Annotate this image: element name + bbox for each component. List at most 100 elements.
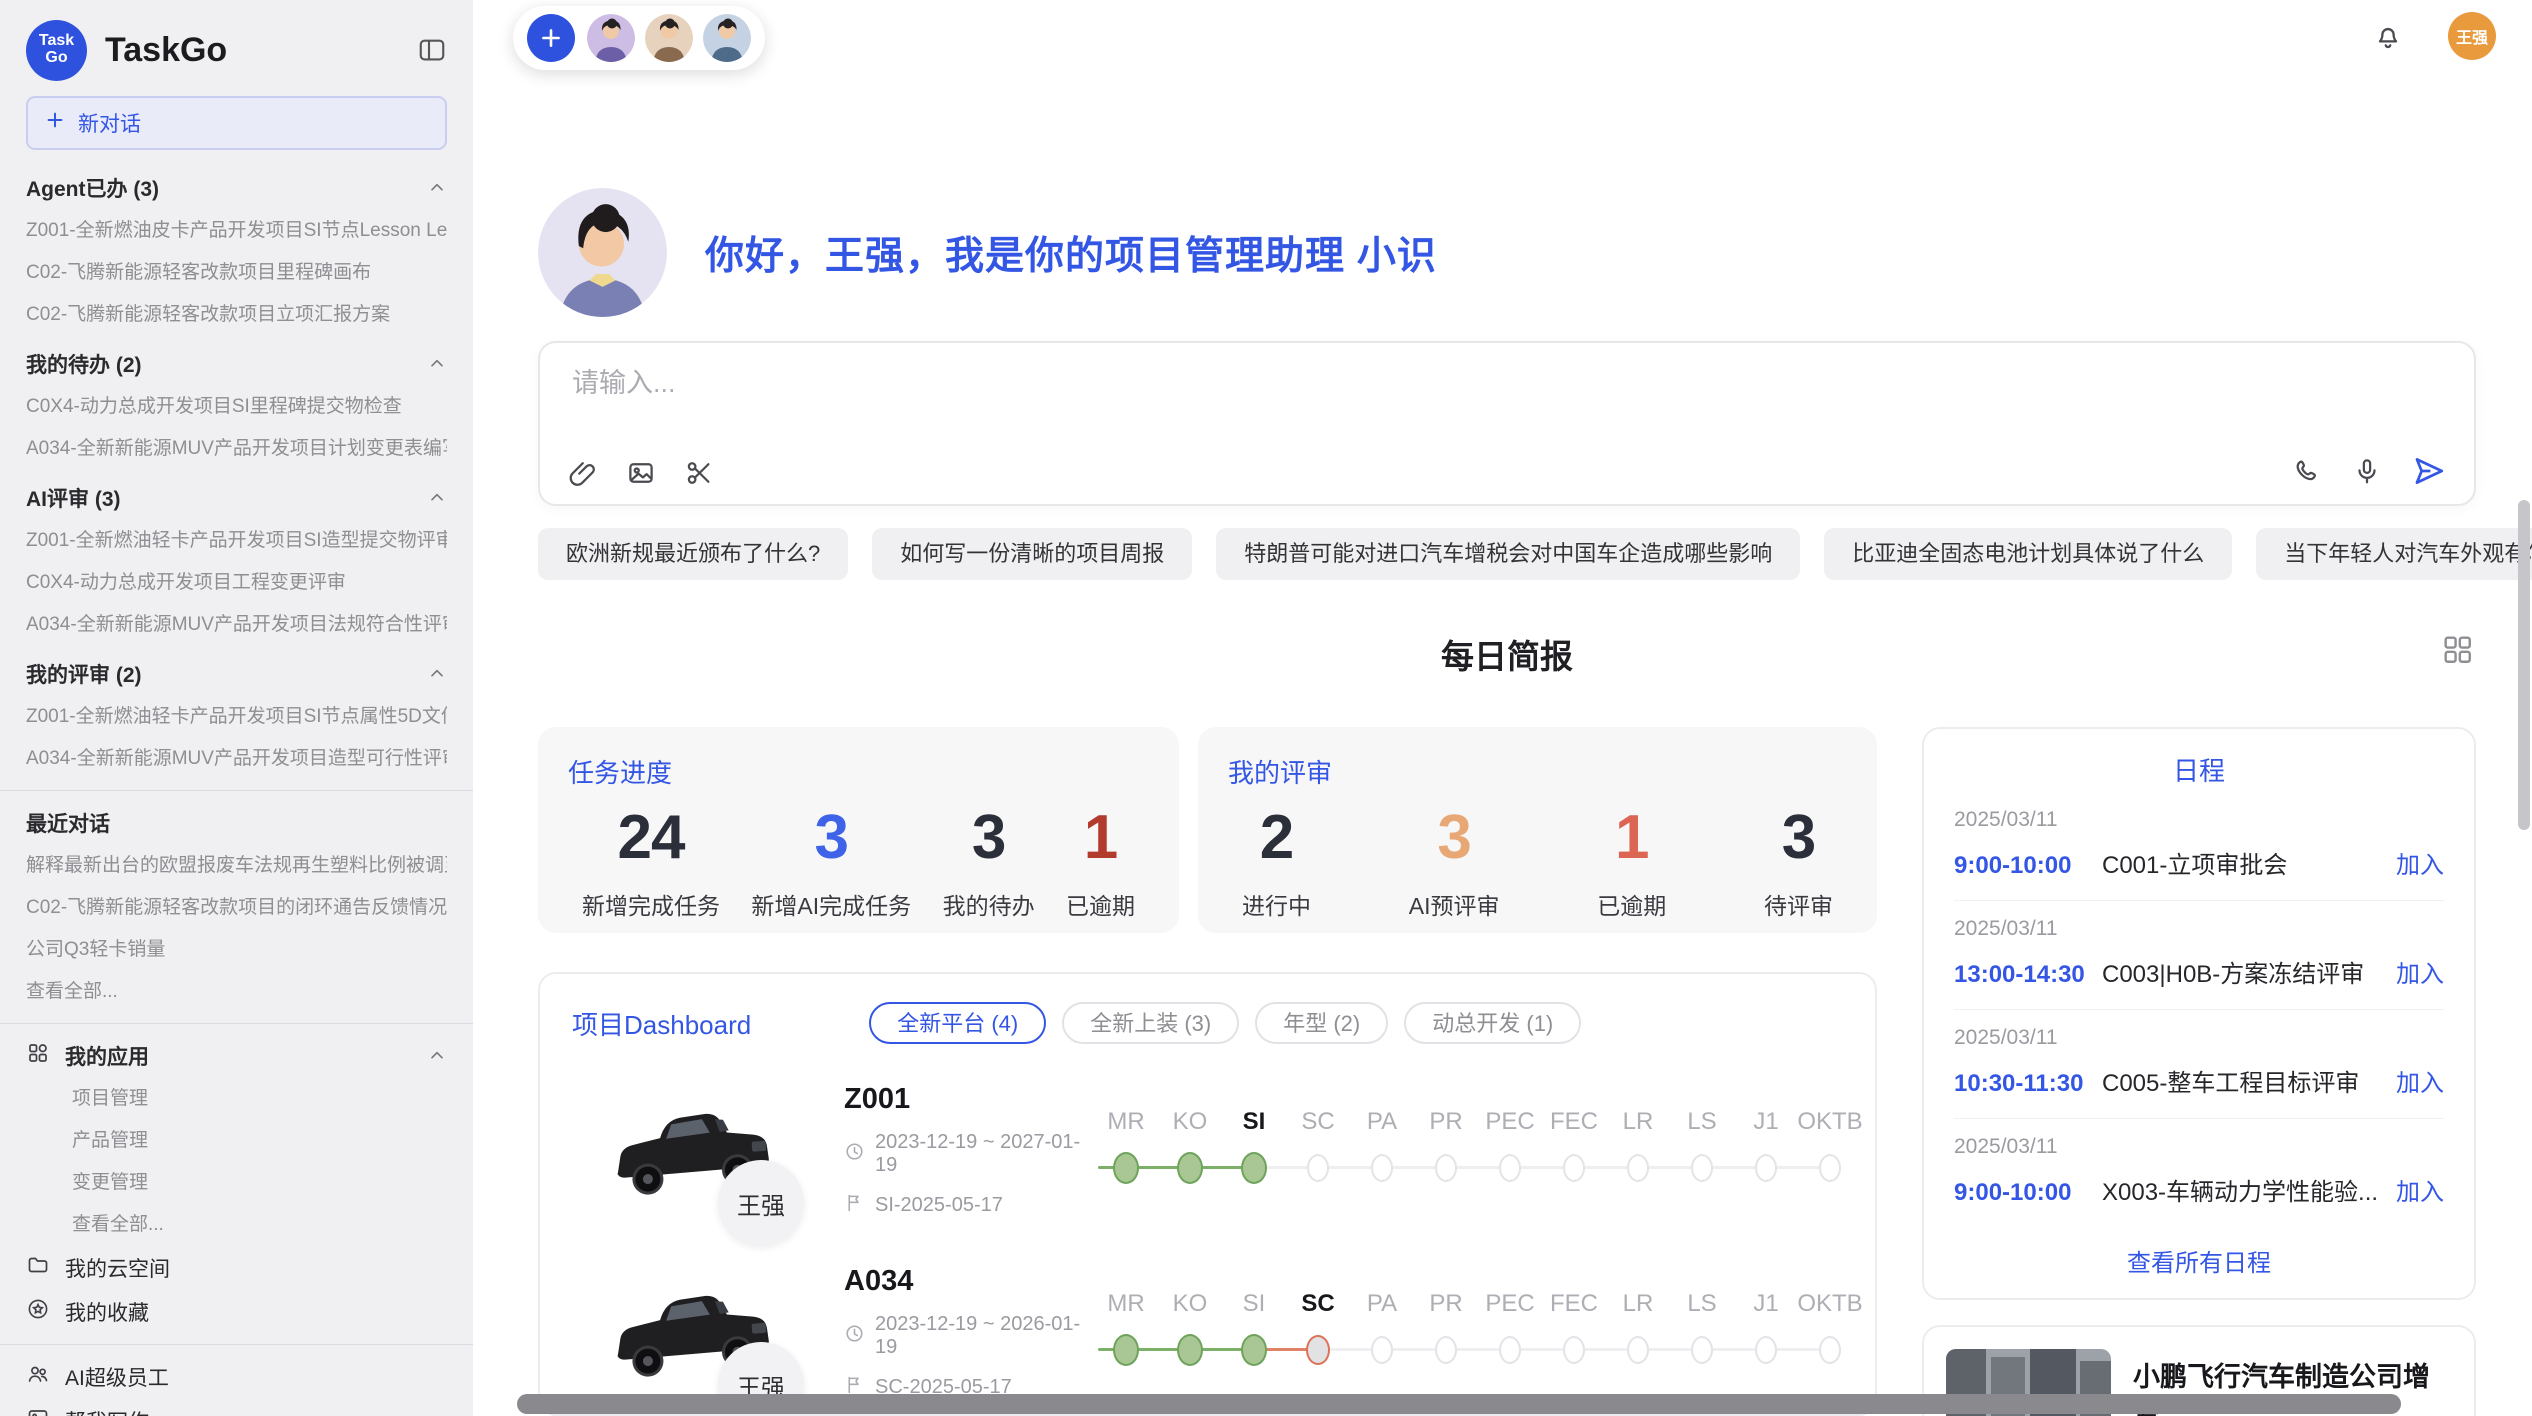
sidebar-task-item[interactable]: Z001-全新燃油皮卡产品开发项目SI节点Lesson Learn报告 xyxy=(26,210,447,252)
event-join-link[interactable]: 加入 xyxy=(2396,1063,2444,1098)
vertical-scrollbar[interactable] xyxy=(2518,500,2530,830)
greeting-block: 你好，王强，我是你的项目管理助理 小识 xyxy=(538,188,1437,317)
recent-chat-item[interactable]: 公司Q3轻卡销量 xyxy=(26,929,447,971)
view-all-apps-link[interactable]: 查看全部... xyxy=(26,1204,447,1246)
folder-icon xyxy=(26,1253,50,1283)
sidebar-task-item[interactable]: C0X4-动力总成开发项目SI里程碑提交物检查 xyxy=(26,386,447,428)
milestone: FEC xyxy=(1542,1108,1606,1184)
dashboard-filter-tab[interactable]: 动总开发 (1) xyxy=(1404,1002,1581,1044)
project-info: A0342023-12-19 ~ 2026-01-19SC-2025-05-17 xyxy=(844,1265,1094,1401)
view-all-schedule-link[interactable]: 查看所有日程 xyxy=(1954,1243,2444,1278)
dashboard-filter-tab[interactable]: 年型 (2) xyxy=(1255,1002,1388,1044)
agent-avatar[interactable] xyxy=(703,14,751,62)
add-agent-button[interactable] xyxy=(527,14,575,62)
sidebar-task-item[interactable]: A034-全新新能源MUV产品开发项目造型可行性评审 xyxy=(26,738,447,780)
milestone: PEC xyxy=(1478,1108,1542,1184)
section-title: Agent已办 (3) xyxy=(26,173,159,203)
milestone: SI xyxy=(1222,1290,1286,1366)
event-join-link[interactable]: 加入 xyxy=(2396,954,2444,989)
sidebar-section-header[interactable]: Agent已办 (3) xyxy=(26,166,447,210)
milestone: MR xyxy=(1094,1290,1158,1366)
dashboard-header: 项目Dashboard 全新平台 (4)全新上装 (3)年型 (2)动总开发 (… xyxy=(572,1002,1875,1044)
sidebar-task-item[interactable]: C02-飞腾新能源轻客改款项目立项汇报方案 xyxy=(26,294,447,336)
chat-input[interactable] xyxy=(570,367,2274,400)
recent-chat-item[interactable]: 解释最新出台的欧盟报废车法规再生塑料比例被调至15%... xyxy=(26,845,447,887)
milestone-label: LR xyxy=(1623,1290,1654,1324)
sidebar-section-header[interactable]: 我的评审 (2) xyxy=(26,652,447,696)
layout-grid-icon[interactable] xyxy=(2440,632,2474,671)
app-item[interactable]: 项目管理 xyxy=(26,1078,447,1120)
milestone-node xyxy=(1177,1334,1203,1366)
suggestion-chip[interactable]: 比亚迪全固态电池计划具体说了什么 xyxy=(1824,528,2232,580)
sidebar-item-cloud-space[interactable]: 我的云空间 xyxy=(26,1246,447,1290)
recent-chats-header: 最近对话 xyxy=(26,801,447,845)
sidebar-task-item[interactable]: A034-全新新能源MUV产品开发项目计划变更表编写 xyxy=(26,428,447,470)
agent-avatar[interactable] xyxy=(645,14,693,62)
milestone-label: FEC xyxy=(1550,1290,1598,1324)
sidebar-item-photo[interactable]: 帮我写作 xyxy=(26,1399,447,1416)
photo-icon xyxy=(26,1406,50,1416)
milestone-label: PA xyxy=(1367,1290,1397,1324)
stat: 24新增完成任务 xyxy=(582,802,720,921)
recent-chat-item[interactable]: C02-飞腾新能源轻客改款项目的闭环通告反馈情况 xyxy=(26,887,447,929)
suggestion-chip[interactable]: 当下年轻人对汽车外观有怎样的喜好趋势 xyxy=(2256,528,2532,580)
mic-icon[interactable] xyxy=(2352,456,2382,486)
app-item[interactable]: 产品管理 xyxy=(26,1120,447,1162)
event-name: C003|H0B-方案冻结评审 xyxy=(2102,954,2396,989)
send-icon[interactable] xyxy=(2412,454,2446,488)
sidebar-item-people[interactable]: AI超级员工 xyxy=(26,1355,447,1399)
sidebar-collapse-icon[interactable] xyxy=(417,35,447,65)
dashboard-filter-tab[interactable]: 全新上装 (3) xyxy=(1062,1002,1239,1044)
sidebar-task-item[interactable]: Z001-全新燃油轻卡产品开发项目SI节点属性5D文件评审 xyxy=(26,696,447,738)
event-join-link[interactable]: 加入 xyxy=(2396,845,2444,880)
project-dates: 2023-12-19 ~ 2026-01-19 xyxy=(844,1313,1094,1359)
suggestion-chip[interactable]: 欧洲新规最近颁布了什么? xyxy=(538,528,848,580)
event-name: C005-整车工程目标评审 xyxy=(2102,1063,2396,1098)
event-date: 2025/03/11 xyxy=(1954,1135,2444,1159)
milestone: SC xyxy=(1286,1290,1350,1366)
milestone-track: MRKOSISCPAPRPECFECLRLSJ1OKTB xyxy=(1094,1290,1875,1366)
event-row: 9:00-10:00C001-立项审批会加入 xyxy=(1954,845,2444,880)
milestone: PR xyxy=(1414,1108,1478,1184)
card-title: 任务进度 xyxy=(568,753,1149,790)
suggestion-chip[interactable]: 如何写一份清晰的项目周报 xyxy=(872,528,1192,580)
project-row[interactable]: 王强Z0012023-12-19 ~ 2027-01-19SI-2025-05-… xyxy=(572,1076,1875,1226)
milestone-node xyxy=(1307,1154,1329,1182)
image-upload-icon[interactable] xyxy=(626,458,656,488)
sidebar-task-item[interactable]: C0X4-动力总成开发项目工程变更评审 xyxy=(26,562,447,604)
project-dates-text: 2023-12-19 ~ 2027-01-19 xyxy=(875,1131,1094,1177)
stat-label: 已逾期 xyxy=(1597,887,1666,921)
event-join-link[interactable]: 加入 xyxy=(2396,1172,2444,1207)
sidebar-section-header[interactable]: AI评审 (3) xyxy=(26,476,447,520)
dashboard-filters: 全新平台 (4) 全新上装 (3) 年型 (2) 动总开发 (1) xyxy=(869,1002,1581,1044)
milestone-label: LS xyxy=(1687,1108,1716,1142)
agent-avatar[interactable] xyxy=(587,14,635,62)
user-avatar[interactable]: 王强 xyxy=(2448,12,2496,60)
app-title: TaskGo xyxy=(105,31,227,70)
sidebar-section-header[interactable]: 我的待办 (2) xyxy=(26,342,447,386)
project-row[interactable]: 王强A0342023-12-19 ~ 2026-01-19SC-2025-05-… xyxy=(572,1258,1875,1408)
scissors-icon[interactable] xyxy=(684,458,714,488)
milestone-label: PA xyxy=(1367,1108,1397,1142)
flag-icon xyxy=(844,1192,865,1219)
milestone: KO xyxy=(1158,1290,1222,1366)
sidebar-task-item[interactable]: Z001-全新燃油轻卡产品开发项目SI造型提交物评审 xyxy=(26,520,447,562)
milestone-label: SC xyxy=(1301,1108,1334,1142)
phone-icon[interactable] xyxy=(2292,456,2322,486)
sidebar-task-item[interactable]: C02-飞腾新能源轻客改款项目里程碑画布 xyxy=(26,252,447,294)
divider xyxy=(0,1344,473,1345)
stat-value: 3 xyxy=(751,802,911,873)
stat: 1已逾期 xyxy=(1066,802,1135,921)
dashboard-filter-tab[interactable]: 全新平台 (4) xyxy=(869,1002,1046,1044)
horizontal-scrollbar[interactable] xyxy=(517,1394,2401,1414)
my-apps-header[interactable]: 我的应用 xyxy=(26,1034,447,1078)
notification-bell-icon[interactable] xyxy=(2372,20,2404,52)
sidebar-item-favorites[interactable]: 我的收藏 xyxy=(26,1290,447,1334)
attach-icon[interactable] xyxy=(568,458,598,488)
view-all-chats-link[interactable]: 查看全部... xyxy=(26,971,447,1013)
sidebar-task-item[interactable]: A034-全新新能源MUV产品开发项目法规符合性评审 xyxy=(26,604,447,646)
sidebar-top: Task Go TaskGo xyxy=(26,14,447,86)
new-chat-button[interactable]: 新对话 xyxy=(26,96,447,150)
app-item[interactable]: 变更管理 xyxy=(26,1162,447,1204)
suggestion-chip[interactable]: 特朗普可能对进口汽车增税会对中国车企造成哪些影响 xyxy=(1216,528,1800,580)
